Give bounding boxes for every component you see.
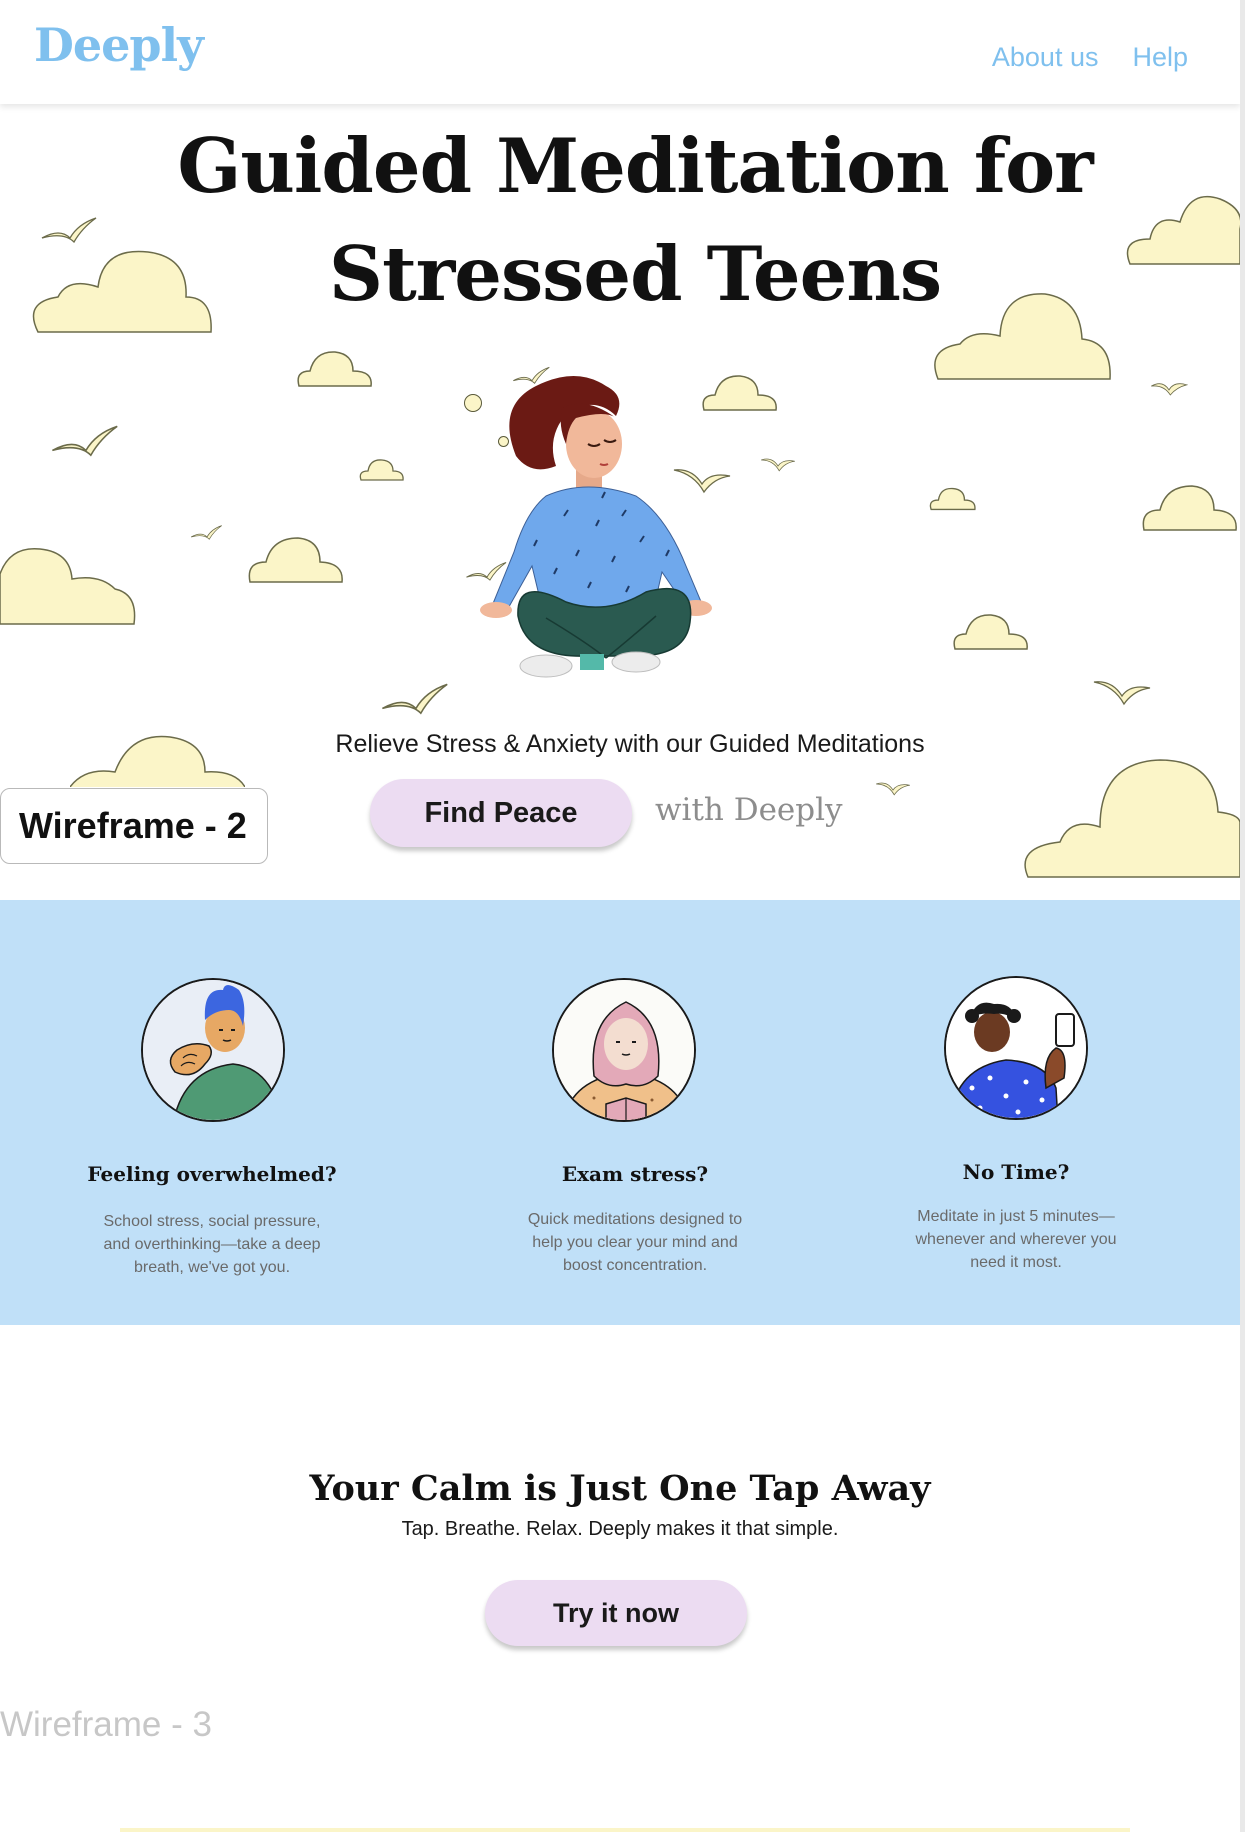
top-nav: About us Help [992,42,1188,73]
cloud-icon [929,487,976,511]
features-section: Feeling overwhelmed? School stress, soci… [0,900,1240,1325]
hero-title-line2: Stressed Teens [328,230,942,318]
cloud-icon [1024,759,1240,878]
wireframe-3-label: Wireframe - 3 [0,1705,212,1744]
bird-icon [52,425,118,457]
page-canvas: Deeply About us Help Guided Meditation f… [0,0,1240,1832]
phone-person-icon [946,978,1086,1118]
cta-title: Your Calm is Just One Tap Away [309,1468,931,1509]
bird-icon [1151,383,1188,396]
cloud-icon [297,351,372,387]
cloud-icon [953,614,1028,650]
hero-title-line1: Guided Meditation for [177,122,1093,210]
feature-description: Quick meditations designed to help you c… [527,1211,743,1274]
nav-about-us[interactable]: About us [992,42,1099,73]
canvas-edge [1240,0,1245,1832]
find-peace-button[interactable]: Find Peace [370,779,632,847]
no-time-avatar [944,976,1088,1120]
hero-subtitle: Relieve Stress & Anxiety with our Guided… [335,730,925,758]
hero-section: Guided Meditation for Stressed Teens Rel… [0,104,1240,900]
feature-description: School stress, social pressure, and over… [103,1213,321,1276]
thinking-person-icon [143,980,283,1120]
feature-description: Meditate in just 5 minutes—whenever and … [915,1208,1117,1271]
cta-subtitle: Tap. Breathe. Relax. Deeply makes it tha… [401,1518,839,1540]
cta-suffix: with Deeply [655,792,843,828]
hero-title: Guided Meditation for Stressed Teens [0,112,1240,328]
cloud-icon [0,547,136,625]
cloud-icon [1142,485,1237,531]
bird-icon [190,525,222,540]
cloud-icon [359,459,404,481]
feature-title: Feeling overwhelmed? [87,1162,337,1186]
logo[interactable]: Deeply [34,18,204,72]
feature-title: No Time? [962,1160,1070,1184]
bird-icon [876,782,910,796]
try-it-now-button[interactable]: Try it now [485,1580,747,1646]
next-frame-edge [120,1828,1130,1832]
meditating-person-illustration [480,376,712,678]
cloud-icon [248,537,343,583]
wireframe-label: Wireframe - 2 [0,788,268,864]
wireframe-label-text: Wireframe - 2 [19,805,247,846]
nav-help[interactable]: Help [1132,42,1188,73]
bird-icon [382,683,448,715]
site-header: Deeply About us Help [0,0,1240,104]
exam-stress-avatar [552,978,696,1122]
bird-icon [1093,681,1151,706]
reading-person-icon [554,980,694,1120]
overwhelmed-avatar [141,978,285,1122]
feature-title: Exam stress? [561,1162,709,1186]
